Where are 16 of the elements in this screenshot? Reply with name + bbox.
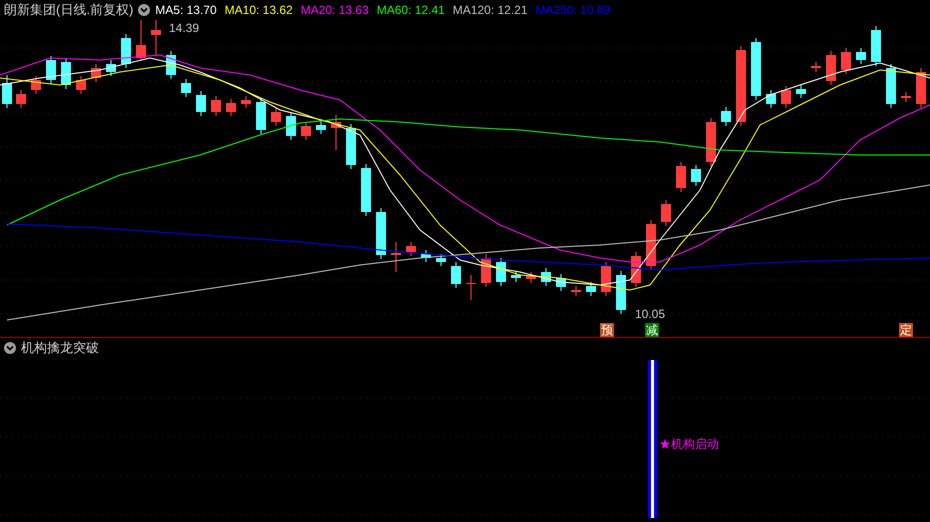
ma-legend-label: MA250: 10.89 xyxy=(536,2,610,19)
ma-legend-label: MA120: 12.21 xyxy=(452,2,528,19)
low-price-label: 10.05 xyxy=(635,306,666,323)
collapse-icon[interactable] xyxy=(138,4,150,16)
ma-legend-label: MA20: 13.63 xyxy=(300,2,369,19)
signal-marker: 减 xyxy=(645,323,659,337)
high-price-label: 14.39 xyxy=(169,20,200,37)
indicator-title: 机构擒龙突破 xyxy=(21,339,99,358)
ma-legend-label: MA5: 13.70 xyxy=(155,2,217,19)
signal-marker: 定 xyxy=(899,323,913,337)
collapse-icon[interactable] xyxy=(4,342,16,354)
signal-text: ★机构启动 xyxy=(659,436,719,453)
chart-title: 朗新集团(日线.前复权) xyxy=(4,1,134,20)
ma-legend-label: MA10: 13.62 xyxy=(224,2,293,19)
ma-legend-label: MA60: 12.41 xyxy=(376,2,445,19)
signal-marker: 预 xyxy=(600,323,614,337)
